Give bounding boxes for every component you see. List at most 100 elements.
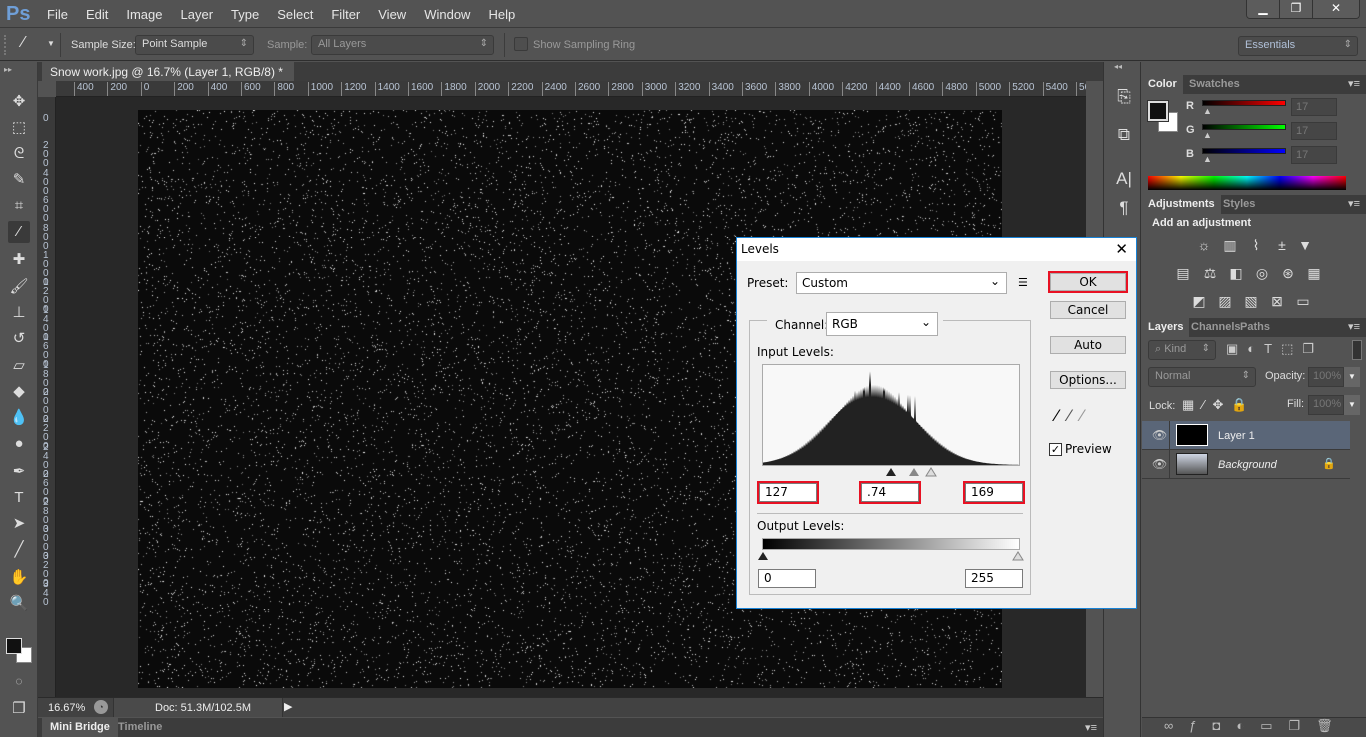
color-spectrum-ramp[interactable] (1148, 176, 1346, 190)
line-tool[interactable]: ╱ (8, 539, 30, 561)
preview-checkbox[interactable]: ✓ (1049, 443, 1062, 456)
layer-row[interactable]: 👁 Layer 1 (1142, 421, 1350, 450)
visibility-eye-icon[interactable]: 👁 (1152, 457, 1167, 471)
color-slider-r[interactable] (1202, 100, 1286, 106)
zoom-tool[interactable]: 🔍 (8, 593, 30, 615)
expand-panels-icon[interactable]: ◂◂ (1114, 62, 1122, 71)
minimize-button[interactable]: ▁ (1247, 0, 1280, 18)
layer-row[interactable]: 👁 Background 🔒 (1142, 450, 1350, 479)
channel-select[interactable]: RGB ⌄ (826, 312, 938, 336)
tab-layers[interactable]: Layers (1142, 318, 1190, 337)
fill-field[interactable]: 100% (1308, 395, 1344, 415)
close-dialog-button[interactable]: ✕ (1115, 240, 1128, 258)
panel-menu-icon[interactable]: ▾≡ (1085, 721, 1097, 734)
black-point-eyedropper-icon[interactable]: ⁄ (1055, 406, 1068, 425)
slider-thumb[interactable]: ▲ (1203, 154, 1212, 164)
history-icon[interactable]: ⎘ (1113, 87, 1135, 109)
gradient-map-icon[interactable]: ▭ (1294, 293, 1312, 309)
workspace-select[interactable]: Essentials (1238, 36, 1358, 56)
options-bar-grip[interactable] (4, 35, 7, 55)
layers-footer-buttons[interactable]: ∞ƒ◘◐▭❐🗑 (1142, 717, 1366, 737)
marquee-tool[interactable]: ⬚ (8, 117, 30, 139)
foreground-color[interactable] (6, 638, 22, 654)
color-value-b[interactable]: 17 (1291, 146, 1337, 164)
color-lookup-icon[interactable]: ▦ (1305, 265, 1323, 281)
horizontal-ruler[interactable]: 400 200 0 200 400 600 800 1000 1200 1400 1600 1800 2… (56, 81, 1086, 97)
input-black-field[interactable]: 127 (757, 481, 819, 504)
blend-mode-select[interactable]: Normal (1148, 367, 1256, 387)
menu-type[interactable]: Type (231, 7, 259, 22)
options-button[interactable]: Options... (1050, 371, 1126, 389)
color-value-r[interactable]: 17 (1291, 98, 1337, 116)
photo-filter-icon[interactable]: ◎ (1253, 265, 1271, 281)
tab-timeline[interactable]: Timeline (110, 718, 170, 737)
eraser-tool[interactable]: ▱ (8, 355, 30, 377)
gray-point-eyedropper-icon[interactable]: ⁄ (1068, 406, 1081, 425)
zoom-level[interactable]: 16.67% (48, 702, 85, 714)
tool-preset-dropdown[interactable]: ▼ (47, 39, 55, 48)
menu-view[interactable]: View (378, 7, 406, 22)
eyedropper-icon[interactable]: ⁄ (22, 34, 25, 52)
history-brush-tool[interactable]: ↺ (8, 328, 30, 350)
auto-button[interactable]: Auto (1050, 336, 1126, 354)
hue-saturation-icon[interactable]: ▤ (1174, 265, 1192, 281)
quick-mask-icon[interactable]: ◌ (8, 670, 30, 692)
menu-select[interactable]: Select (277, 7, 313, 22)
menu-layer[interactable]: Layer (181, 7, 214, 22)
pen-tool[interactable]: ✒ (8, 461, 30, 483)
character-icon[interactable]: A| (1113, 169, 1135, 191)
menu-image[interactable]: Image (126, 7, 162, 22)
visibility-eye-icon[interactable]: 👁 (1152, 428, 1167, 442)
ok-button[interactable]: OK (1048, 271, 1128, 293)
white-point-eyedropper-icon[interactable]: ⁄ (1080, 406, 1093, 425)
input-gamma-field[interactable]: .74 (859, 481, 921, 504)
restore-button[interactable]: ❐ (1280, 0, 1313, 18)
export-icon[interactable]: ◔ (94, 700, 108, 714)
vertical-ruler[interactable]: 0 200 400 600 800 1000 1200 1400 1600 1800 2000 220… (38, 97, 56, 697)
layer-filter-icons[interactable]: ▣◐T⬚❐ (1226, 341, 1323, 357)
eyedropper-tool[interactable]: ⁄ (8, 221, 30, 243)
output-white-field[interactable]: 255 (965, 569, 1023, 588)
menu-window[interactable]: Window (424, 7, 470, 22)
threshold-icon[interactable]: ▧ (1242, 293, 1260, 309)
tab-styles[interactable]: Styles (1217, 195, 1261, 214)
tab-color[interactable]: Color (1142, 75, 1183, 94)
properties-icon[interactable]: ⧉ (1113, 125, 1135, 147)
tab-swatches[interactable]: Swatches (1183, 75, 1246, 94)
document-tab[interactable]: Snow work.jpg @ 16.7% (Layer 1, RGB/8) *… (42, 62, 294, 93)
lasso-tool[interactable]: ᘓ (8, 143, 30, 165)
move-tool[interactable]: ✥ (8, 91, 30, 113)
status-menu-arrow[interactable]: ▶ (284, 700, 292, 713)
input-white-field[interactable]: 169 (963, 481, 1025, 504)
panel-menu-icon[interactable]: ▾≡ (1348, 77, 1360, 90)
brush-tool[interactable]: 🖌 (8, 276, 30, 298)
tab-adjustments[interactable]: Adjustments (1142, 195, 1221, 214)
menu-help[interactable]: Help (488, 7, 515, 22)
type-tool[interactable]: T (8, 487, 30, 509)
path-select-tool[interactable]: ➤ (8, 513, 30, 535)
close-button[interactable]: ✕ (1313, 0, 1359, 18)
layer-name[interactable]: Layer 1 (1218, 430, 1255, 442)
tab-paths[interactable]: Paths (1234, 318, 1276, 337)
show-sampling-ring-checkbox[interactable] (514, 37, 528, 51)
dodge-tool[interactable]: ● (8, 433, 30, 455)
tab-mini-bridge[interactable]: Mini Bridge (42, 718, 118, 737)
sample-select[interactable]: All Layers (311, 35, 494, 55)
crop-tool[interactable]: ⌗ (8, 195, 30, 217)
collapse-tools-icon[interactable]: ▸▸ (4, 65, 12, 74)
invert-icon[interactable]: ◩ (1190, 293, 1208, 309)
opacity-field[interactable]: 100% (1308, 367, 1344, 387)
screen-mode-icon[interactable]: ❐ (8, 698, 30, 720)
paint-bucket-tool[interactable]: ◆ (8, 381, 30, 403)
foreground-color-swatch[interactable] (1147, 100, 1169, 122)
fill-dropdown[interactable]: ▼ (1344, 395, 1360, 415)
slider-thumb[interactable]: ▲ (1203, 130, 1212, 140)
output-sliders[interactable] (757, 549, 1025, 561)
panel-menu-icon[interactable]: ▾≡ (1348, 197, 1360, 210)
brightness-contrast-icon[interactable]: ☼ (1195, 237, 1213, 253)
preset-options-icon[interactable]: ☰ (1018, 276, 1028, 289)
slider-thumb[interactable]: ▲ (1203, 106, 1212, 116)
color-balance-icon[interactable]: ⚖ (1201, 265, 1219, 281)
selective-color-icon[interactable]: ⊠ (1268, 293, 1286, 309)
healing-brush-tool[interactable]: ✚ (8, 249, 30, 271)
